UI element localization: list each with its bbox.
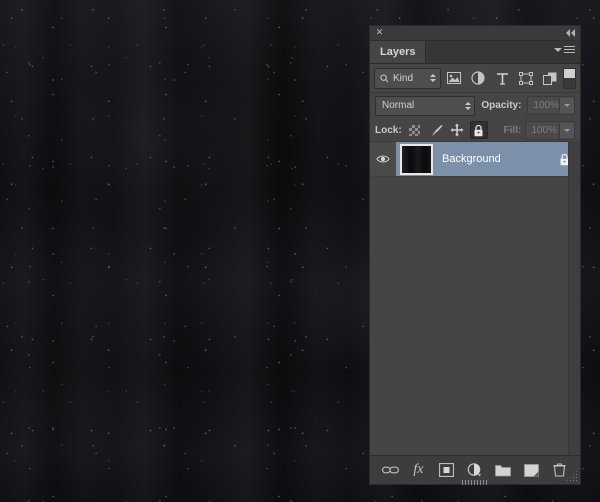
spinner-icon[interactable]	[430, 74, 436, 82]
chevron-down-icon	[554, 48, 562, 52]
filter-kind-select[interactable]: Kind	[374, 68, 441, 89]
opacity-label: Opacity:	[481, 100, 521, 111]
lock-position-button[interactable]	[449, 121, 466, 139]
lock-transparent-pixels-button[interactable]	[406, 121, 423, 139]
tab-layers-label: Layers	[380, 46, 415, 58]
layer-style-button[interactable]: fx	[408, 460, 428, 480]
layer-filter-bar: Kind	[370, 64, 580, 93]
filter-enable-toggle[interactable]	[563, 68, 576, 89]
lock-label: Lock:	[375, 125, 402, 136]
layer-name-label[interactable]: Background	[442, 153, 559, 165]
fill-field[interactable]: 100%	[525, 121, 575, 140]
search-icon	[380, 74, 389, 83]
filter-kind-label: Kind	[393, 73, 426, 84]
opacity-value: 100%	[533, 100, 559, 111]
chevron-down-icon	[465, 102, 471, 110]
new-adjustment-layer-button[interactable]	[465, 460, 485, 480]
lock-bar: Lock:	[370, 118, 580, 143]
layer-style-label: fx	[413, 462, 423, 478]
blend-mode-bar: Normal Opacity: 100%	[370, 93, 580, 118]
lock-all-button[interactable]	[470, 121, 487, 139]
layers-panel: ✕ Layers	[370, 26, 580, 484]
brush-icon	[429, 124, 443, 137]
link-layers-button[interactable]	[380, 460, 400, 480]
panel-title-bar[interactable]: ✕	[370, 26, 580, 41]
filter-smart-objects-icon[interactable]	[539, 68, 561, 89]
close-icon[interactable]: ✕	[375, 28, 384, 37]
filter-pixel-layers-icon[interactable]	[443, 68, 465, 89]
fill-label: Fill:	[504, 125, 522, 136]
panel-tab-bar: Layers	[370, 41, 580, 64]
new-layer-button[interactable]	[522, 460, 542, 480]
layer-thumbnail[interactable]	[400, 144, 433, 175]
layer-visibility-toggle[interactable]	[370, 142, 396, 176]
lock-image-pixels-button[interactable]	[427, 121, 444, 139]
move-icon	[450, 123, 464, 137]
panel-menu-icon[interactable]	[554, 46, 575, 53]
checkerboard-icon	[409, 125, 420, 136]
fill-value: 100%	[531, 125, 559, 136]
layer-list[interactable]: Background	[370, 141, 580, 456]
panel-horizontal-grip[interactable]	[462, 480, 488, 485]
fill-dropdown-icon[interactable]	[559, 123, 574, 138]
table-row[interactable]: Background	[370, 142, 580, 177]
delete-layer-button[interactable]	[550, 460, 570, 480]
filter-adjustment-layers-icon[interactable]	[467, 68, 489, 89]
blend-mode-select[interactable]: Normal	[375, 96, 475, 116]
opacity-field[interactable]: 100%	[527, 96, 575, 115]
collapse-panel-icon[interactable]	[566, 29, 575, 37]
layer-list-scrollbar[interactable]	[568, 141, 580, 456]
blend-mode-value: Normal	[382, 100, 465, 111]
tab-layers[interactable]: Layers	[370, 41, 426, 63]
add-layer-mask-button[interactable]	[437, 460, 457, 480]
filter-shape-layers-icon[interactable]	[515, 68, 537, 89]
filter-type-layers-icon[interactable]	[491, 68, 513, 89]
lock-icon	[473, 124, 484, 137]
hamburger-icon	[564, 46, 575, 53]
app-root: ✕ Layers	[0, 0, 600, 502]
new-group-button[interactable]	[493, 460, 513, 480]
layers-bottom-toolbar: fx	[370, 455, 580, 484]
opacity-dropdown-icon[interactable]	[559, 98, 574, 113]
eye-icon	[376, 154, 390, 164]
